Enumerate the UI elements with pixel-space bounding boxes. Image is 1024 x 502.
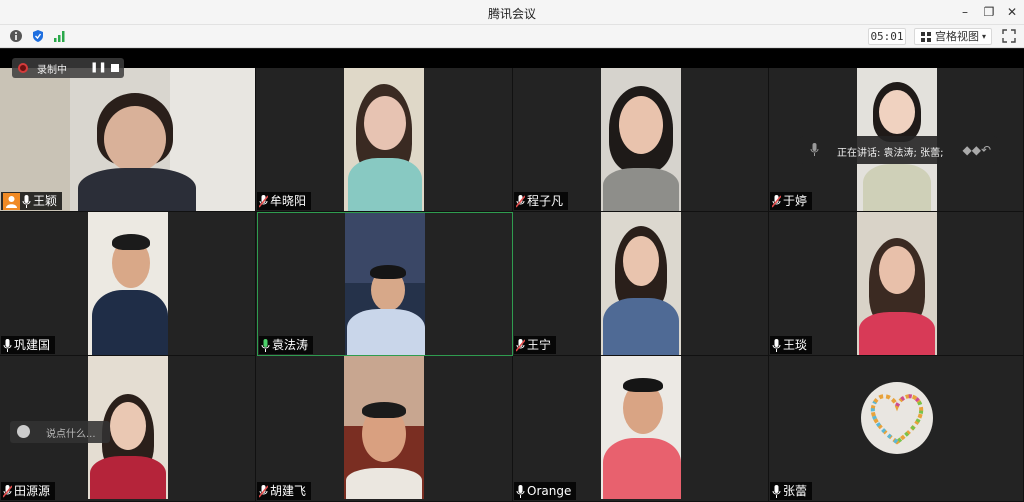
emoji-icon[interactable] [17,425,30,438]
mic-muted-icon [772,194,781,208]
participant-tile[interactable]: 胡建飞 [256,356,513,502]
participant-nametag: 张蕾 [770,482,813,500]
mic-icon [772,484,781,498]
participant-tile[interactable]: 张蕾 [769,356,1024,502]
participant-nametag: Orange [514,482,577,500]
participant-nametag: 胡建飞 [257,482,312,500]
participant-name: 王宁 [527,338,552,352]
participant-name: 于婷 [783,194,808,208]
window-title: 腾讯会议 [487,7,536,21]
participant-avatar [861,382,933,454]
fullscreen-icon[interactable] [1002,29,1016,43]
participant-name: 胡建飞 [270,484,307,498]
meeting-toolbar: 05:01 宫格视图 ▾ [0,25,1024,48]
participant-tile-active-speaker[interactable]: 袁法涛 [257,212,513,356]
participant-name: 程子凡 [527,194,564,208]
participant-nametag: 牟晓阳 [257,192,312,210]
mic-icon [261,338,270,352]
participant-video [0,68,255,211]
participant-nametag: 袁法涛 [259,336,314,354]
mic-muted-icon [516,194,525,208]
participant-name: 牟晓阳 [270,194,307,208]
participant-tile[interactable]: 王琰 [769,212,1024,356]
participant-tile[interactable]: 巩建国 [0,212,256,356]
participant-name: 袁法涛 [272,338,309,352]
participant-tile[interactable]: 王颖 [0,68,256,212]
view-mode-label: 宫格视图 [935,30,979,43]
close-button[interactable]: ✕ [999,3,1024,21]
video-grid: 王颖 牟晓阳 程子凡 于婷 巩建国 袁法涛 王宁 王琰 田源源 胡建飞 Oran… [0,49,1024,502]
undo-icon[interactable]: ◆◆↶ [962,143,991,157]
participant-nametag: 王琰 [770,336,813,354]
participant-name: 王琰 [783,338,808,352]
participant-nametag: 王宁 [514,336,557,354]
signal-icon[interactable] [53,29,67,43]
chat-input[interactable]: 说点什么... [10,421,110,443]
mic-muted-icon [3,484,12,498]
participant-nametag: 巩建国 [1,336,56,354]
participant-video [344,356,424,499]
mic-icon [516,484,525,498]
grid-view-dropdown[interactable]: 宫格视图 ▾ [914,28,992,45]
info-icon[interactable] [9,29,23,43]
participant-nametag: 王颖 [1,192,63,210]
meeting-timer: 05:01 [868,28,906,45]
participant-name: 王颖 [33,194,58,208]
participant-video [601,356,681,499]
participant-name: Orange [527,484,572,498]
recording-label: 录制中 [37,65,67,76]
participant-nametag: 程子凡 [514,192,569,210]
speaking-text: 正在讲话: 袁法涛; 张蕾; [837,148,944,159]
participant-tile[interactable]: 牟晓阳 [256,68,513,212]
top-band [0,49,1024,68]
mic-icon [810,143,819,156]
participant-name: 巩建国 [14,338,51,352]
participant-tile[interactable]: 程子凡 [513,68,769,212]
mic-muted-icon [516,338,525,352]
chat-placeholder: 说点什么... [46,429,96,440]
recording-indicator: 录制中 ❚❚ [12,58,124,78]
stop-recording-button[interactable] [111,64,119,72]
host-badge-icon [3,192,20,210]
mic-icon [3,338,12,352]
participant-video [601,68,681,211]
participant-nametag: 田源源 [1,482,56,500]
chevron-down-icon: ▾ [981,32,986,41]
shield-icon[interactable] [31,29,45,43]
title-bar: 腾讯会议 – ❐ ✕ [0,0,1024,25]
participant-video [88,212,168,355]
mic-icon [22,194,31,208]
mic-muted-icon [259,484,268,498]
participant-video [857,212,937,355]
participant-tile[interactable]: 王宁 [513,212,769,356]
participant-video [344,68,424,211]
minimize-button[interactable]: – [952,3,978,21]
mic-muted-icon [259,194,268,208]
participant-name: 张蕾 [783,484,808,498]
record-icon [18,63,28,73]
speaking-indicator: 正在讲话: 袁法涛; 张蕾; ◆◆↶ [800,136,997,164]
mic-icon [772,338,781,352]
grid-icon [921,32,931,42]
participant-video [345,213,425,355]
participant-name: 田源源 [14,484,51,498]
pause-recording-button[interactable]: ❚❚ [90,62,107,73]
participant-video [601,212,681,355]
participant-tile[interactable]: Orange [513,356,769,502]
participant-nametag: 于婷 [770,192,813,210]
